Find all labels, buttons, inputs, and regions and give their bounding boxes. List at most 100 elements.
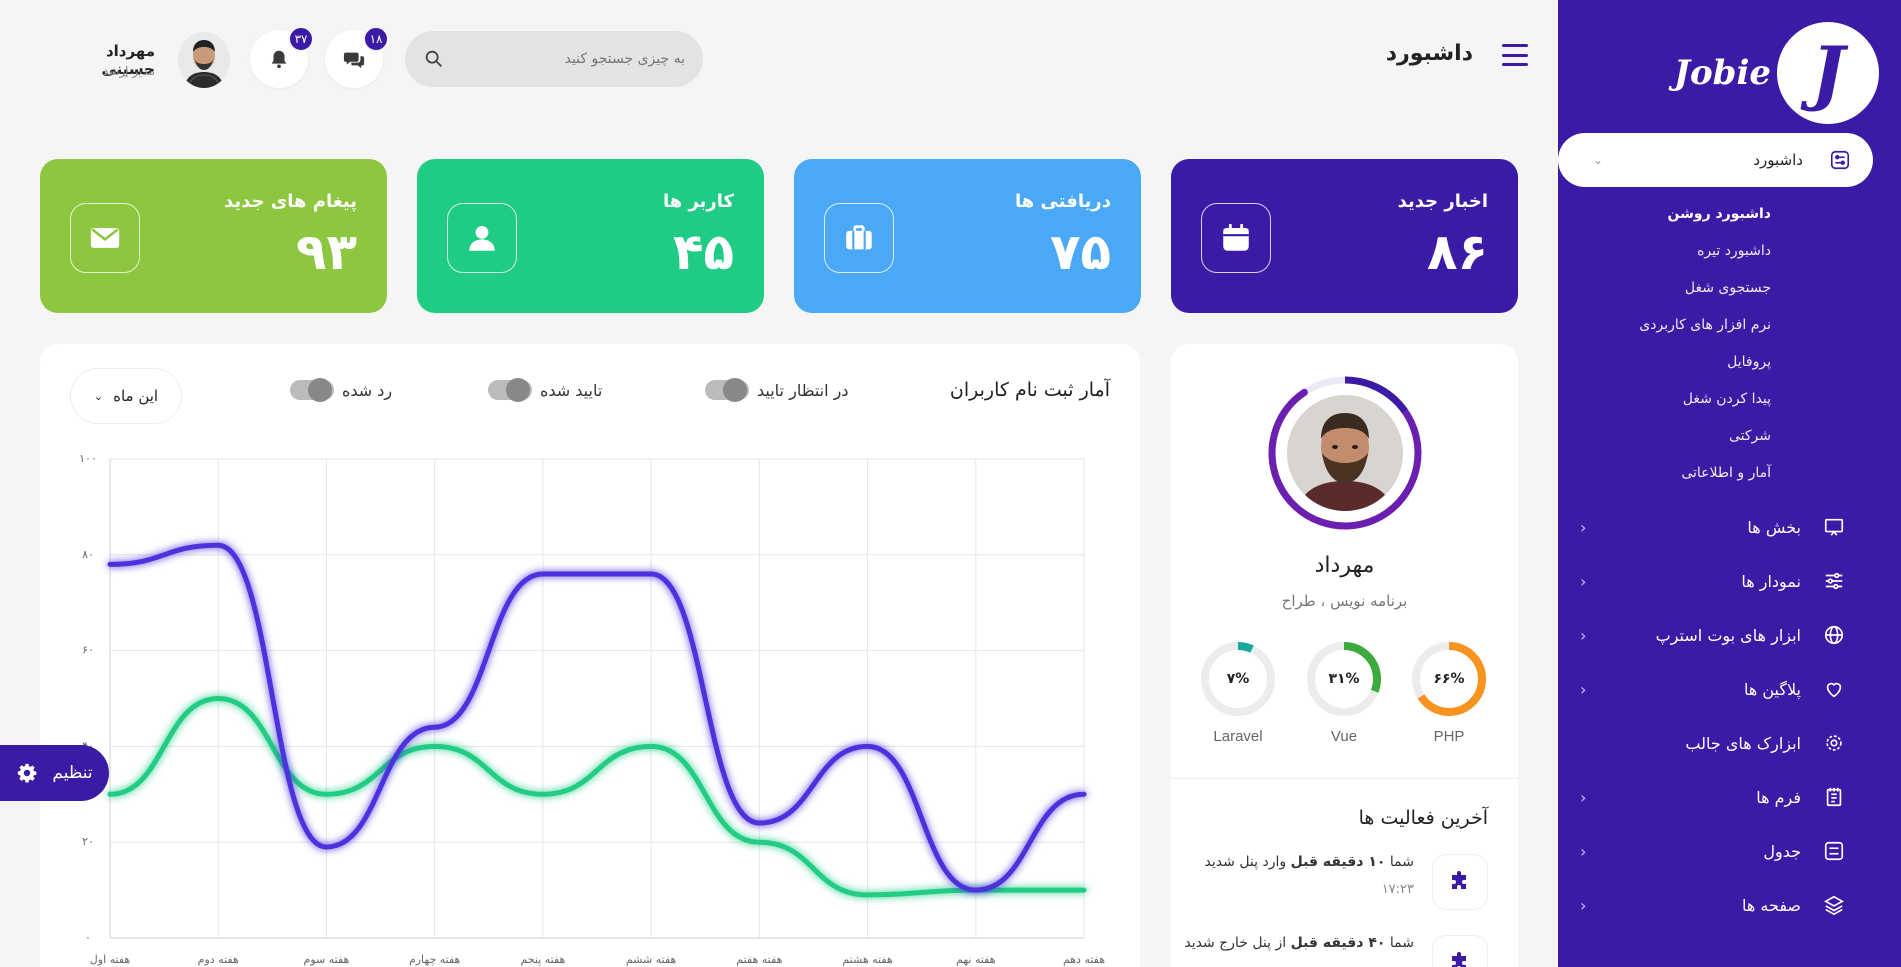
toggle-switch[interactable] xyxy=(705,378,749,402)
toggle-switch[interactable] xyxy=(290,378,334,402)
stat-value: ۸۶ xyxy=(1426,223,1488,281)
user-icon xyxy=(447,203,517,273)
stat-card-received[interactable]: دریافتی ها ۷۵ xyxy=(794,159,1141,313)
sidebar-item-label: فرم ها xyxy=(1756,787,1801,807)
brand-logo[interactable]: Jobie J xyxy=(1674,22,1879,124)
registration-chart-card: ۰۲۰۴۰۶۰۸۰۱۰۰هفته اولهفته دومهفته سومهفته… xyxy=(40,344,1140,967)
chevron-left-icon: ‹ xyxy=(1580,841,1587,861)
x-tick-label: هفته پنجم xyxy=(520,953,565,966)
x-tick-label: هفته نهم xyxy=(956,953,996,966)
x-tick-label: هفته اول xyxy=(90,953,131,966)
bell-icon xyxy=(268,48,290,70)
x-tick-label: هفته دوم xyxy=(198,953,239,966)
sidebar-item-bootstrap[interactable]: ابزار های بوت استرپ ‹ xyxy=(1558,608,1901,662)
user-avatar[interactable] xyxy=(178,32,230,88)
profile-card: مهرداد برنامه نویس ، طراح ۶۶% PHP ۳۱% Vu… xyxy=(1171,344,1518,967)
x-tick-label: هفته دهم xyxy=(1063,953,1105,966)
period-select[interactable]: این ماه ⌄ xyxy=(70,368,182,424)
sidebar-item-table[interactable]: جدول ‹ xyxy=(1558,824,1901,878)
sidebar-item-label: بخش ها xyxy=(1747,517,1801,537)
x-tick-label: هفته سوم xyxy=(304,953,350,966)
x-tick-label: هفته هفتم xyxy=(736,953,782,966)
notifications-button[interactable]: ۳۷ xyxy=(250,26,314,88)
divider xyxy=(1171,778,1518,779)
monitor-icon xyxy=(1823,516,1845,538)
sidebar-nav: بخش ها ‹ نمودار ها ‹ ابزار های بوت استرپ… xyxy=(1558,500,1901,932)
settings-button[interactable]: تنظیم xyxy=(0,745,109,801)
envelope-icon xyxy=(70,203,140,273)
brand-mark: J xyxy=(1777,22,1879,124)
activity-text: شما ۴۰ دقیقه قبل از پنل خارج شدید xyxy=(1184,935,1414,951)
submenu-item[interactable]: پروفایل xyxy=(1639,350,1771,374)
sidebar-item-plugins[interactable]: پلاگین ها ‹ xyxy=(1558,662,1901,716)
stat-value: ۴۵ xyxy=(672,223,734,281)
sidebar-item-charts[interactable]: نمودار ها ‹ xyxy=(1558,554,1901,608)
submenu-item[interactable]: نرم افزار های کاربردی xyxy=(1639,313,1771,337)
sidebar-item-dashboard[interactable]: داشبورد ⌄ xyxy=(1558,133,1873,187)
chevron-left-icon: ‹ xyxy=(1580,517,1587,537)
dashboard-submenu: داشبورد روشن داشبورد تیره جستجوی شغل نرم… xyxy=(1639,202,1771,485)
stat-card-users[interactable]: کاربر ها ۴۵ xyxy=(417,159,764,313)
y-tick-label: ۶۰ xyxy=(82,644,94,657)
sidebar-item-widgets[interactable]: بخش ها ‹ xyxy=(1558,500,1901,554)
sidebar-item-label: پلاگین ها xyxy=(1743,679,1801,699)
profile-role: برنامه نویس ، طراح xyxy=(1281,592,1408,610)
toggle-pending[interactable]: در انتظار تایید xyxy=(705,378,849,402)
skill-vue: ۳۱% Vue xyxy=(1305,640,1383,745)
skill-laravel: ۷% Laravel xyxy=(1199,640,1277,745)
submenu-item[interactable]: آمار و اطلاعاتی xyxy=(1639,461,1771,485)
heart-icon xyxy=(1823,678,1845,700)
x-tick-label: هفته هشتم xyxy=(842,953,893,966)
y-tick-label: ۸۰ xyxy=(82,548,94,561)
toggle-label: در انتظار تایید xyxy=(757,380,849,400)
y-tick-label: ۰ xyxy=(85,931,91,944)
stat-card-news[interactable]: اخبار جدید ۸۶ xyxy=(1171,159,1518,313)
y-tick-label: ۲۰ xyxy=(82,835,94,848)
search-box xyxy=(405,31,703,87)
submenu-item[interactable]: جستجوی شغل xyxy=(1639,276,1771,300)
user-role: مدیر ارشد xyxy=(103,64,155,78)
toggle-switch[interactable] xyxy=(488,378,532,402)
toggle-approved[interactable]: تایید شده xyxy=(488,378,603,402)
notifications-badge: ۳۷ xyxy=(288,26,314,52)
profile-photo xyxy=(1287,395,1403,511)
activity-text: شما ۱۰ دقیقه قبل وارد پنل شدید xyxy=(1204,854,1414,870)
submenu-item[interactable]: داشبورد روشن xyxy=(1639,202,1772,226)
toggle-rejected[interactable]: رد شده xyxy=(290,378,393,402)
sidebar-item-label: صفحه ها xyxy=(1742,895,1801,915)
stat-label: اخبار جدید xyxy=(1397,191,1488,212)
calendar-icon xyxy=(1201,203,1271,273)
skill-name: Vue xyxy=(1330,728,1358,745)
stat-label: دریافتی ها xyxy=(1015,191,1111,212)
submenu-item[interactable]: شرکتی xyxy=(1639,424,1771,448)
stat-label: پیغام های جدید xyxy=(223,191,357,212)
dashboard-icon xyxy=(1829,149,1851,171)
chart-title: آمار ثبت نام کاربران xyxy=(949,379,1110,401)
sidebar-item-forms[interactable]: فرم ها ‹ xyxy=(1558,770,1901,824)
brand-name: Jobie xyxy=(1673,53,1771,93)
clipboard-icon xyxy=(1823,786,1845,808)
layers-icon xyxy=(1823,894,1845,916)
toggle-label: تایید شده xyxy=(540,380,603,400)
search-input[interactable] xyxy=(453,51,685,67)
chevron-left-icon: ‹ xyxy=(1580,625,1587,645)
y-tick-label: ۱۰۰ xyxy=(79,452,97,465)
x-tick-label: هفته ششم xyxy=(626,953,677,966)
submenu-item[interactable]: پیدا کردن شغل xyxy=(1639,387,1771,411)
x-tick-label: هفته چهارم xyxy=(409,953,461,966)
submenu-item[interactable]: داشبورد تیره xyxy=(1639,239,1771,263)
puzzle-icon xyxy=(1432,935,1488,967)
chat-icon xyxy=(343,48,365,70)
sidebar-item-label: جدول xyxy=(1763,841,1801,861)
stat-card-messages[interactable]: پیغام های جدید ۹۳ xyxy=(40,159,387,313)
skill-percent: ۶۶% xyxy=(1433,671,1465,687)
sidebar-item-cool-widgets[interactable]: ابزارک های جالب xyxy=(1558,716,1901,770)
search-icon[interactable] xyxy=(423,48,445,70)
toggle-label: رد شده xyxy=(342,380,393,400)
menu-toggle-button[interactable] xyxy=(1502,44,1528,66)
sidebar-item-pages[interactable]: صفحه ها ‹ xyxy=(1558,878,1901,932)
sidebar: Jobie J داشبورد ⌄ داشبورد روشن داشبورد ت… xyxy=(1558,0,1901,967)
chevron-left-icon: ‹ xyxy=(1580,895,1587,915)
messages-button[interactable]: ۱۸ xyxy=(325,26,389,88)
gear-icon xyxy=(1823,732,1845,754)
